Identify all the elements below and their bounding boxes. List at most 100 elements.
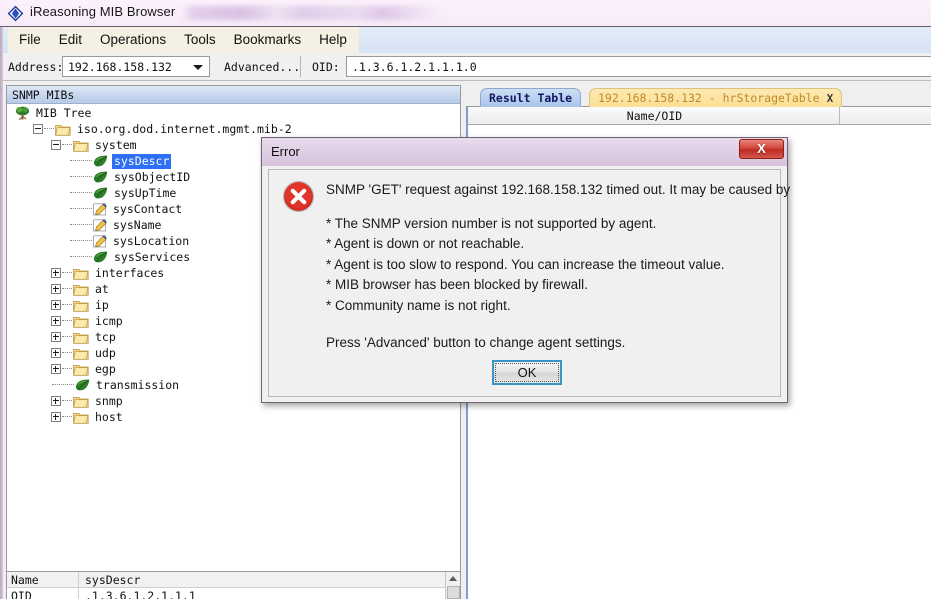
folder-icon xyxy=(73,140,89,152)
expand-icon[interactable] xyxy=(51,316,61,326)
tree-node-label: icmp xyxy=(95,313,123,328)
result-tabstrip: Result Table 192.168.158.132 - hrStorage… xyxy=(466,85,931,107)
leaf-icon xyxy=(75,379,90,391)
expand-icon[interactable] xyxy=(51,268,61,278)
tree-connector xyxy=(62,368,72,370)
leaf-icon xyxy=(93,251,108,263)
tree-node-label: sysDescr xyxy=(112,153,172,169)
result-table-header-row: Name/OID xyxy=(468,107,931,125)
tree-connector xyxy=(62,336,72,338)
property-row: Name sysDescr xyxy=(7,572,460,588)
scroll-thumb[interactable] xyxy=(447,586,460,599)
chevron-down-icon[interactable] xyxy=(193,65,203,70)
pen-icon xyxy=(93,218,107,231)
menu-item-help[interactable]: Help xyxy=(310,29,356,51)
pen-icon xyxy=(93,202,107,215)
toolbar: Address: 192.168.158.132 Advanced... OID… xyxy=(0,53,931,81)
tab-hrstoragetable-label: 192.168.158.132 - hrStorageTable xyxy=(598,91,820,105)
tree-connector xyxy=(62,144,72,146)
folder-icon xyxy=(73,332,89,344)
leaf-icon xyxy=(93,187,108,199)
folder-icon xyxy=(73,396,89,408)
tree-node-label: system xyxy=(95,137,137,152)
property-value: sysDescr xyxy=(85,573,141,587)
tree-connector xyxy=(70,208,92,210)
expand-icon[interactable] xyxy=(51,396,61,406)
expand-icon[interactable] xyxy=(51,284,61,294)
tree-node-mib-tree[interactable]: MIB Tree xyxy=(7,105,460,121)
toolbar-divider xyxy=(300,56,301,77)
error-dialog-body: SNMP 'GET' request against 192.168.158.1… xyxy=(268,169,791,397)
tree-node-label: tcp xyxy=(95,329,116,344)
tab-result-table-label: Result Table xyxy=(489,91,573,105)
tab-hrstoragetable[interactable]: 192.168.158.132 - hrStorageTable X xyxy=(589,88,843,107)
snmp-mibs-title: SNMP MIBs xyxy=(12,88,75,102)
advanced-button[interactable]: Advanced... xyxy=(218,57,306,77)
menu-item-tools[interactable]: Tools xyxy=(175,29,225,51)
error-cause-item: * Agent is too slow to respond. You can … xyxy=(326,256,725,272)
menu-item-operations[interactable]: Operations xyxy=(91,29,175,51)
tree-connector xyxy=(62,352,72,354)
window-title: iReasoning MIB Browser xyxy=(30,4,176,19)
menu-item-edit[interactable]: Edit xyxy=(50,29,91,51)
tab-close-icon[interactable]: X xyxy=(827,92,834,105)
window-titlebar: iReasoning MIB Browser xyxy=(0,0,931,27)
expand-icon[interactable] xyxy=(51,412,61,422)
scroll-up-icon[interactable] xyxy=(449,576,457,581)
folder-icon xyxy=(73,284,89,296)
menu-item-file[interactable]: File xyxy=(10,29,50,51)
expand-icon[interactable] xyxy=(51,364,61,374)
tab-result-table[interactable]: Result Table xyxy=(480,88,582,107)
tree-node-label: sysServices xyxy=(114,249,191,264)
menu-item-bookmarks[interactable]: Bookmarks xyxy=(225,29,311,51)
menu-bar: File Edit Operations Tools Bookmarks Help xyxy=(0,27,931,53)
error-dialog-titlebar: Error X xyxy=(262,138,787,166)
error-message: SNMP 'GET' request against 192.168.158.1… xyxy=(326,180,791,354)
ok-button[interactable]: OK xyxy=(492,360,562,385)
tree-node-label: sysObjectID xyxy=(114,169,191,184)
expand-icon[interactable] xyxy=(51,332,61,342)
folder-icon xyxy=(73,300,89,312)
error-dialog: Error X SNMP 'GET' request against 192.1… xyxy=(261,137,791,403)
properties-scrollbar[interactable] xyxy=(445,572,460,599)
error-cause-item: * The SNMP version number is not support… xyxy=(326,215,657,231)
error-dialog-title: Error xyxy=(271,144,300,159)
tree-node-label: egp xyxy=(95,361,116,376)
tree-node-label: udp xyxy=(95,345,116,360)
column-header-name-oid[interactable]: Name/OID xyxy=(470,107,840,124)
property-row: OID .1.3.6.1.2.1.1.1 xyxy=(7,588,460,599)
tree-connector xyxy=(52,384,74,386)
error-footer: Press 'Advanced' button to change agent … xyxy=(326,335,626,350)
folder-icon xyxy=(55,124,71,136)
tree-connector xyxy=(70,240,92,242)
address-combobox[interactable]: 192.168.158.132 xyxy=(62,56,210,77)
tree-connector xyxy=(62,400,72,402)
error-cause-item: * Agent is down or not reachable. xyxy=(326,236,525,251)
tree-connector xyxy=(62,416,72,418)
oid-input[interactable]: .1.3.6.1.2.1.1.1.0 xyxy=(346,56,931,77)
tree-connector xyxy=(70,224,92,226)
tree-connector xyxy=(70,176,92,178)
tree-node-host[interactable]: host xyxy=(7,409,460,425)
folder-icon xyxy=(73,268,89,280)
property-key: OID xyxy=(7,588,79,599)
address-value: 192.168.158.132 xyxy=(68,60,172,74)
snmp-mibs-header: SNMP MIBs xyxy=(7,86,460,104)
collapse-icon[interactable] xyxy=(51,140,61,150)
tree-connector xyxy=(70,256,92,258)
collapse-icon[interactable] xyxy=(33,124,43,134)
error-headline: SNMP 'GET' request against 192.168.158.1… xyxy=(326,182,791,197)
tree-node-label: iso.org.dod.internet.mgmt.mib-2 xyxy=(77,121,292,136)
property-value: .1.3.6.1.2.1.1.1 xyxy=(85,589,196,599)
column-header-value[interactable] xyxy=(840,107,931,124)
tree-node-label: snmp xyxy=(95,393,123,408)
node-properties-panel: Name sysDescr OID .1.3.6.1.2.1.1.1 xyxy=(6,571,461,599)
expand-icon[interactable] xyxy=(51,348,61,358)
expand-icon[interactable] xyxy=(51,300,61,310)
tree-connector xyxy=(44,128,54,130)
close-button[interactable]: X xyxy=(739,139,784,159)
tree-connector xyxy=(62,320,72,322)
error-cause-item: * Community name is not right. xyxy=(326,297,511,313)
address-label: Address: xyxy=(8,60,64,74)
tree-node-iso-org-dod-internet-mgmt-mib-2[interactable]: iso.org.dod.internet.mgmt.mib-2 xyxy=(7,121,460,137)
